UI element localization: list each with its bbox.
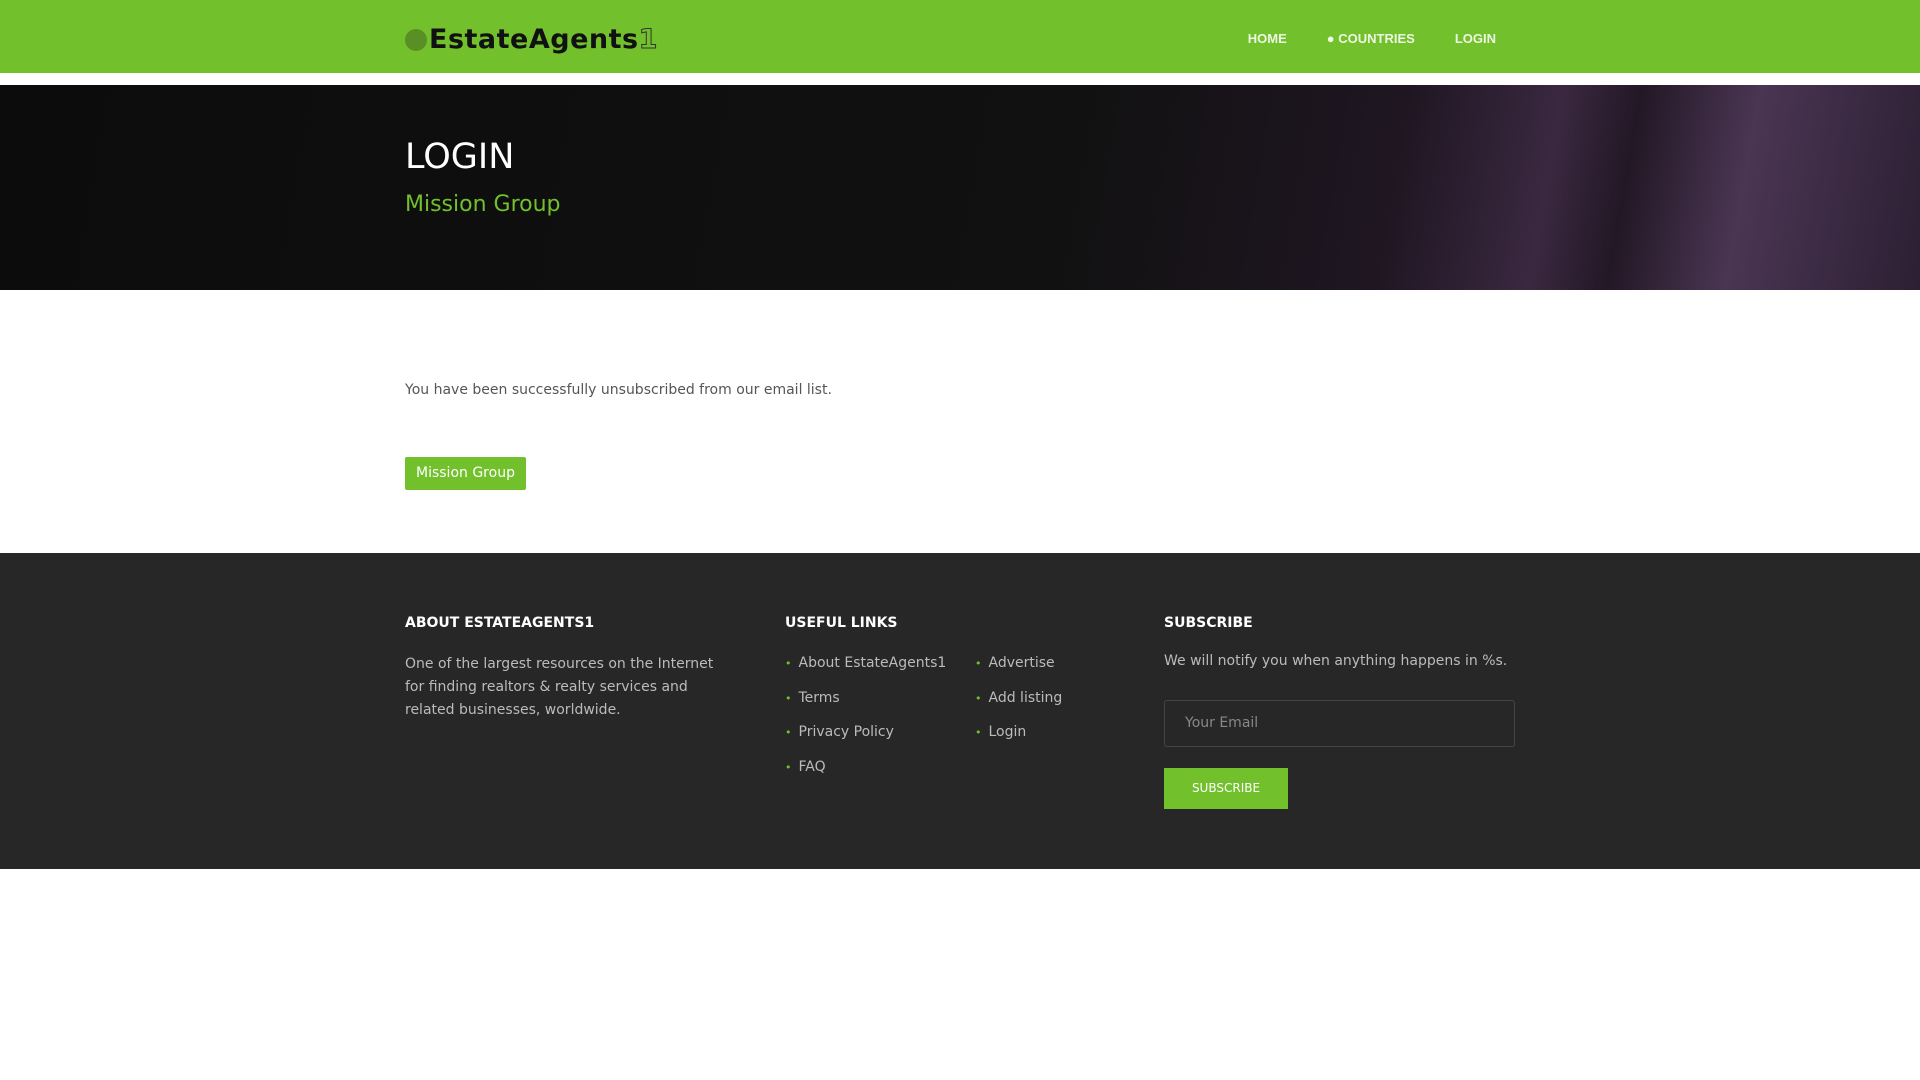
house-icon [405, 28, 427, 51]
footer-link-terms[interactable]: Terms [785, 688, 946, 723]
footer-link-advertise[interactable]: Advertise [975, 653, 1062, 688]
nav-home[interactable]: HOME [1248, 31, 1287, 46]
links-column-1: About EstateAgents1 Terms Privacy Policy… [785, 653, 947, 792]
status-message: You have been successfully unsubscribed … [405, 382, 832, 398]
site-header: EstateAgents 1 HOME ● COUNTRIES LOGIN [0, 0, 1920, 73]
hero-banner: LOGIN Mission Group [0, 85, 1920, 290]
logo-text: EstateAgents [429, 24, 639, 55]
subscribe-heading: SUBSCRIBE [1164, 615, 1253, 631]
links-column-2: Advertise Add listing Login [975, 653, 1063, 757]
footer: ABOUT ESTATEAGENTS1 One of the largest r… [0, 553, 1920, 869]
main-nav: HOME ● COUNTRIES LOGIN [1248, 31, 1496, 46]
about-heading: ABOUT ESTATEAGENTS1 [405, 615, 595, 631]
footer-link-add-listing[interactable]: Add listing [975, 688, 1063, 723]
logo-suffix: 1 [638, 24, 658, 56]
useful-links-heading: USEFUL LINKS [785, 615, 898, 631]
footer-link-login[interactable]: Login [975, 722, 1062, 757]
globe-icon: ● [1326, 31, 1339, 46]
mission-group-button[interactable]: Mission Group [405, 457, 526, 490]
nav-countries[interactable]: ● COUNTRIES [1327, 31, 1415, 46]
subscribe-button[interactable]: SUBSCRIBE [1164, 768, 1288, 809]
nav-countries-label: COUNTRIES [1338, 31, 1415, 46]
footer-link-faq[interactable]: FAQ [785, 757, 946, 792]
subscribe-text: We will notify you when anything happens… [1164, 653, 1508, 669]
footer-link-about[interactable]: About EstateAgents1 [785, 653, 947, 688]
footer-link-privacy[interactable]: Privacy Policy [785, 722, 946, 757]
email-input[interactable]: Your Email [1164, 700, 1515, 747]
about-text: One of the largest resources on the Inte… [405, 656, 714, 718]
nav-login[interactable]: LOGIN [1455, 31, 1496, 46]
page-title: LOGIN [405, 137, 515, 177]
logo[interactable]: EstateAgents 1 [405, 24, 658, 56]
page-subtitle: Mission Group [405, 192, 561, 217]
